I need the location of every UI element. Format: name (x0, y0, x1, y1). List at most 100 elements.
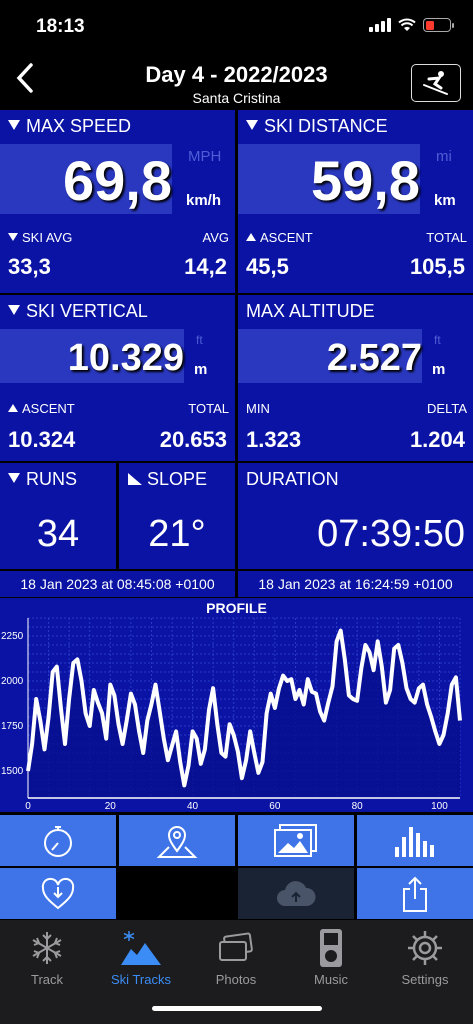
chevron-left-icon (16, 63, 33, 93)
ascent-value: 45,5 (246, 254, 289, 279)
ski-vertical-unit[interactable]: m (194, 361, 207, 378)
ski-tracks-icon (121, 931, 161, 965)
ski-distance-panel[interactable]: SKI DISTANCE 59,8 mi km ASCENT TOTAL 45,… (238, 110, 473, 293)
duration-value: 07:39:50 (317, 513, 465, 555)
photo-gallery-button[interactable] (238, 815, 354, 866)
slope-panel[interactable]: SLOPE 21° (119, 463, 235, 569)
ski-mode-button[interactable] (411, 64, 461, 102)
heart-download-icon (41, 877, 75, 909)
profile-chart[interactable]: PROFILE 0 20 40 60 80 100 1500 1750 2000 2250 (0, 598, 473, 812)
music-icon (320, 929, 342, 967)
y-tick-label: 1750 (1, 721, 24, 732)
ski-avg-label: SKI AVG (8, 230, 72, 245)
share-icon (403, 876, 427, 912)
max-speed-unit[interactable]: km/h (186, 192, 221, 209)
back-button[interactable] (10, 62, 40, 98)
ski-vertical-alt-unit[interactable]: ft (196, 333, 203, 347)
stopwatch-button[interactable] (0, 815, 116, 866)
ski-vertical-title: SKI VERTICAL (8, 301, 148, 322)
status-time: 18:13 (36, 16, 85, 37)
ski-vertical-panel[interactable]: SKI VERTICAL 10.329 ft m ASCENT TOTAL 10… (0, 295, 235, 461)
duration-title: DURATION (246, 469, 339, 489)
total-label: TOTAL (426, 230, 467, 245)
stopwatch-icon (44, 825, 72, 857)
slope-title: SLOPE (127, 469, 207, 490)
tab-settings-label: Settings (401, 972, 449, 987)
home-indicator (152, 1006, 322, 1011)
ski-distance-alt-unit[interactable]: mi (436, 148, 452, 165)
tab-track-label: Track (30, 972, 64, 987)
battery-icon (423, 18, 454, 32)
photos-icon (219, 932, 253, 961)
tab-settings[interactable]: Settings (380, 928, 470, 987)
avg-value: 14,2 (184, 254, 227, 279)
max-altitude-unit[interactable]: m (432, 361, 445, 378)
cellular-signal-icon (369, 18, 391, 32)
min-value: 1.323 (246, 427, 302, 452)
nav-header: Day 4 - 2022/2023 Santa Cristina (0, 56, 473, 108)
statistics-button[interactable] (357, 815, 473, 866)
tab-ski-tracks[interactable]: Ski Tracks (96, 928, 186, 987)
ski-vertical-value: 10.329 (67, 337, 184, 379)
ski-distance-unit[interactable]: km (434, 192, 456, 209)
bar-chart-icon (395, 826, 434, 857)
wifi-icon (398, 18, 416, 31)
map-button[interactable] (119, 815, 235, 866)
total-value: 105,5 (409, 254, 465, 279)
x-tick-label: 80 (352, 801, 364, 812)
tab-photos[interactable]: Photos (191, 928, 281, 987)
max-speed-title: MAX SPEED (8, 116, 131, 137)
ski-distance-value: 59,8 (311, 149, 420, 212)
duration-panel[interactable]: DURATION 07:39:50 (238, 463, 473, 569)
cloud-upload-icon (277, 880, 316, 906)
min-label: MIN (246, 401, 270, 416)
vertical-total-value: 20.653 (159, 427, 227, 452)
status-icons (369, 18, 454, 32)
start-time: 18 Jan 2023 at 08:45:08 +0100 (0, 571, 235, 597)
max-altitude-alt-unit[interactable]: ft (434, 333, 441, 347)
vertical-total-label: TOTAL (188, 401, 229, 416)
max-speed-panel[interactable]: MAX SPEED 69,8 MPH km/h SKI AVG AVG 33,3… (0, 110, 235, 293)
slope-value: 21° (148, 513, 206, 555)
x-tick-label: 100 (431, 801, 448, 812)
max-speed-alt-unit[interactable]: MPH (188, 148, 221, 165)
x-tick-label: 40 (187, 801, 199, 812)
skier-icon (423, 71, 448, 95)
max-altitude-title: MAX ALTITUDE (246, 301, 375, 321)
share-button[interactable] (357, 868, 473, 919)
ski-avg-value: 33,3 (8, 254, 51, 279)
page-subtitle: Santa Cristina (192, 90, 281, 106)
y-tick-label: 2000 (1, 676, 24, 687)
runs-panel[interactable]: RUNS 34 (0, 463, 116, 569)
runs-value: 34 (36, 513, 80, 555)
image-gallery-icon (274, 823, 317, 857)
delta-value: 1.204 (409, 427, 465, 452)
tab-ski-tracks-label: Ski Tracks (111, 972, 171, 987)
vertical-ascent-value: 10.324 (8, 427, 76, 452)
ascent-label: ASCENT (246, 230, 313, 245)
tab-photos-label: Photos (215, 972, 257, 987)
chart-title: PROFILE (206, 600, 267, 616)
tab-music[interactable]: Music (286, 928, 376, 987)
slope-icon (128, 473, 142, 485)
y-tick-label: 1500 (1, 766, 24, 777)
x-tick-label: 0 (25, 801, 31, 812)
max-altitude-value: 2.527 (326, 337, 422, 379)
profile-svg: 0 20 40 60 80 100 1500 1750 2000 2250 (1, 617, 462, 812)
x-tick-label: 60 (269, 801, 281, 812)
max-speed-value: 69,8 (63, 149, 172, 212)
end-time: 18 Jan 2023 at 16:24:59 +0100 (238, 571, 473, 597)
runs-title: RUNS (8, 469, 77, 490)
ski-distance-title: SKI DISTANCE (246, 116, 388, 137)
gear-icon (408, 931, 442, 965)
x-tick-label: 20 (105, 801, 117, 812)
status-bar: 18:13 (0, 0, 473, 56)
y-tick-label: 2250 (1, 631, 24, 642)
snowflake-icon (32, 932, 62, 964)
favorite-button[interactable] (0, 868, 116, 919)
tab-track[interactable]: Track (2, 928, 92, 987)
cloud-upload-button[interactable] (238, 868, 354, 919)
max-altitude-panel[interactable]: MAX ALTITUDE 2.527 ft m MIN DELTA 1.323 … (238, 295, 473, 461)
vertical-ascent-label: ASCENT (8, 401, 75, 416)
tab-music-label: Music (314, 972, 348, 987)
